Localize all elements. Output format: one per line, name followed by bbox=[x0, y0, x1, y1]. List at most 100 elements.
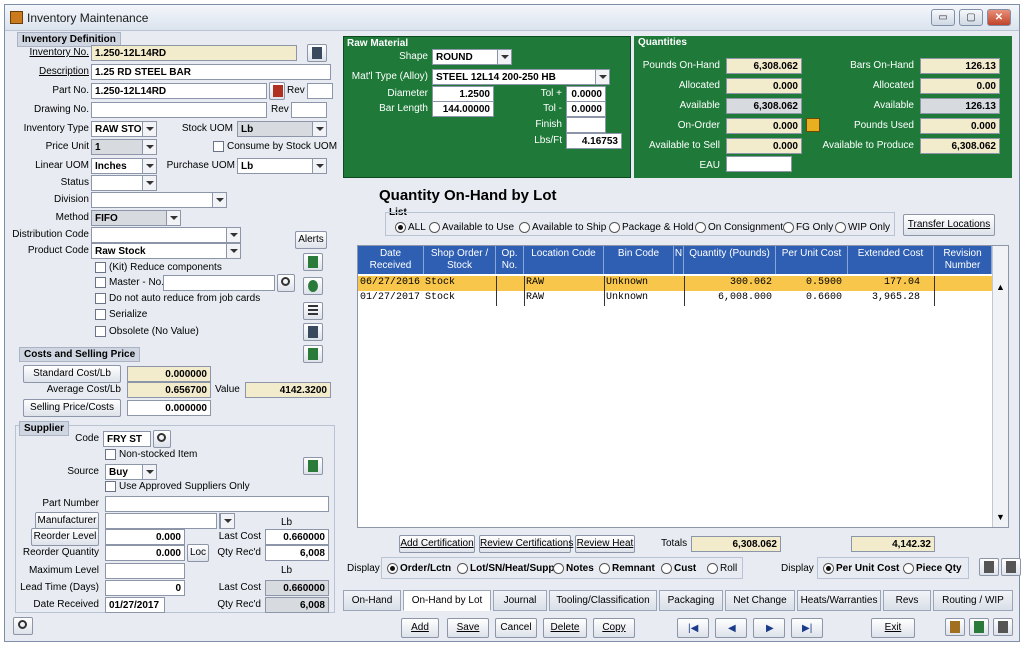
tab-on-hand[interactable]: On-Hand bbox=[343, 590, 401, 611]
maximize-button[interactable]: ▢ bbox=[959, 9, 983, 26]
supplier-part-number-field[interactable] bbox=[105, 496, 329, 512]
diameter-field[interactable]: 1.2500 bbox=[432, 86, 494, 102]
alerts-button[interactable]: Alerts bbox=[295, 231, 327, 249]
display-cust-radio[interactable] bbox=[661, 563, 672, 574]
col-location-code[interactable]: Location Code bbox=[524, 246, 604, 274]
available-field[interactable]: 6,308.062 bbox=[726, 98, 802, 114]
save-button[interactable]: Save bbox=[447, 618, 489, 638]
tree-button[interactable] bbox=[969, 618, 989, 636]
drawing-rev-field[interactable] bbox=[291, 102, 327, 118]
eau-field[interactable] bbox=[726, 156, 792, 172]
drawing-no-field[interactable] bbox=[91, 102, 267, 118]
filter-consignment-radio[interactable] bbox=[695, 222, 706, 233]
master-checkbox[interactable] bbox=[95, 277, 106, 288]
last-cost-field[interactable]: 0.660000 bbox=[265, 529, 329, 545]
table-scrollbar[interactable]: ▲ ▼ bbox=[992, 246, 1008, 527]
reorder-level-button[interactable]: Reorder Level bbox=[31, 528, 99, 546]
finish-field[interactable] bbox=[566, 117, 606, 133]
max-level-field[interactable] bbox=[105, 563, 185, 579]
tab-tooling[interactable]: Tooling/Classification bbox=[549, 590, 657, 611]
purchase-uom-select[interactable]: Lb bbox=[237, 158, 327, 174]
bars-onhand-field[interactable]: 126.13 bbox=[920, 58, 1000, 74]
tol-minus-field[interactable]: 0.0000 bbox=[566, 101, 606, 117]
average-cost-field[interactable]: 0.656700 bbox=[127, 382, 211, 398]
col-extended-cost[interactable]: Extended Cost bbox=[848, 246, 934, 274]
bottom-print-button[interactable] bbox=[993, 618, 1013, 636]
col-op-no[interactable]: Op. No. bbox=[496, 246, 524, 274]
kit-checkbox[interactable] bbox=[95, 262, 106, 273]
selling-price-field[interactable]: 0.000000 bbox=[127, 400, 211, 416]
distribution-code-select[interactable] bbox=[91, 227, 241, 243]
avail-sell-field[interactable]: 0.000 bbox=[726, 138, 802, 154]
approved-suppliers-checkbox[interactable] bbox=[105, 481, 116, 492]
tab-heats-warranties[interactable]: Heats/Warranties bbox=[797, 590, 881, 611]
standard-cost-field[interactable]: 0.000000 bbox=[127, 366, 211, 382]
calendar-icon[interactable] bbox=[806, 118, 820, 132]
master-no-field[interactable] bbox=[163, 275, 275, 291]
available2-field[interactable]: 126.13 bbox=[920, 98, 1000, 114]
serialize-checkbox[interactable] bbox=[95, 309, 106, 320]
supplier-grid-button[interactable] bbox=[303, 457, 323, 475]
description-field[interactable]: 1.25 RD STEEL BAR bbox=[91, 64, 331, 80]
bar-length-field[interactable]: 144.00000 bbox=[432, 101, 494, 117]
scroll-up-icon[interactable]: ▲ bbox=[996, 282, 1005, 292]
filter-package-hold-radio[interactable] bbox=[609, 222, 620, 233]
col-revision-number[interactable]: Revision Number bbox=[934, 246, 992, 274]
inventory-no-label[interactable]: Inventory No. bbox=[15, 47, 89, 58]
qty-recd-field[interactable]: 6,008 bbox=[265, 545, 329, 561]
gear-action-button[interactable] bbox=[303, 277, 323, 295]
supplier-search-button[interactable] bbox=[153, 430, 171, 448]
lbs-ft-field[interactable]: 4.16753 bbox=[566, 133, 622, 149]
copy-button[interactable]: Copy bbox=[593, 618, 635, 638]
calc-action-button[interactable] bbox=[303, 323, 323, 341]
shape-select[interactable]: ROUND bbox=[432, 49, 512, 65]
non-stocked-checkbox[interactable] bbox=[105, 449, 116, 460]
date-received-field[interactable]: 01/27/2017 bbox=[105, 597, 165, 613]
next-record-button[interactable]: ▶ bbox=[753, 618, 785, 638]
col-shop-order[interactable]: Shop Order / Stock bbox=[424, 246, 496, 274]
cancel-button[interactable]: Cancel bbox=[495, 618, 537, 638]
display-remnant-radio[interactable] bbox=[599, 563, 610, 574]
on-order-field[interactable]: 0.000 bbox=[726, 118, 802, 134]
h-action-button[interactable] bbox=[303, 345, 323, 363]
piece-qty-radio[interactable] bbox=[903, 563, 914, 574]
stock-uom-select[interactable]: Lb bbox=[237, 121, 327, 137]
per-unit-cost-radio[interactable] bbox=[823, 563, 834, 574]
list-action-button[interactable] bbox=[303, 302, 323, 320]
prev-record-button[interactable]: ◀ bbox=[715, 618, 747, 638]
status-select[interactable] bbox=[91, 175, 157, 191]
manufacturer-field[interactable] bbox=[105, 513, 217, 529]
bottom-search-button[interactable] bbox=[13, 617, 33, 635]
tab-on-hand-by-lot[interactable]: On-Hand by Lot bbox=[403, 590, 491, 611]
table-row[interactable]: 01/27/2017 Stock RAW Unknown 6,008.000 0… bbox=[358, 291, 992, 306]
tab-packaging[interactable]: Packaging bbox=[659, 590, 723, 611]
allocated-field[interactable]: 0.000 bbox=[726, 78, 802, 94]
review-certifications-button[interactable]: Review Certifications bbox=[479, 535, 573, 553]
rev-field[interactable] bbox=[307, 83, 333, 99]
qty-recd2-field[interactable]: 6,008 bbox=[265, 597, 329, 613]
tab-net-change[interactable]: Net Change bbox=[725, 590, 795, 611]
grid-action-button[interactable] bbox=[303, 253, 323, 271]
display-roll-radio[interactable] bbox=[707, 563, 718, 574]
tab-revs[interactable]: Revs bbox=[883, 590, 931, 611]
col-quantity[interactable]: Quantity (Pounds) bbox=[684, 246, 776, 274]
scroll-down-icon[interactable]: ▼ bbox=[996, 512, 1005, 522]
standard-cost-button[interactable]: Standard Cost/Lb bbox=[23, 365, 121, 383]
inventory-no-field[interactable]: 1.250-12L14RD bbox=[91, 45, 297, 61]
value-field[interactable]: 4142.3200 bbox=[245, 382, 331, 398]
display-order-radio[interactable] bbox=[387, 563, 398, 574]
linear-uom-select[interactable]: Inches bbox=[91, 158, 157, 174]
pounds-used-field[interactable]: 0.000 bbox=[920, 118, 1000, 134]
inventory-lookup-button[interactable] bbox=[307, 44, 327, 62]
consume-checkbox[interactable] bbox=[213, 141, 224, 152]
export-button[interactable] bbox=[945, 618, 965, 636]
mat-type-select[interactable]: STEEL 12L14 200-250 HB bbox=[432, 69, 610, 85]
supplier-code-field[interactable]: FRY ST bbox=[103, 431, 151, 447]
display-notes-radio[interactable] bbox=[553, 563, 564, 574]
filter-fg-only-radio[interactable] bbox=[783, 222, 794, 233]
print-preview-button[interactable] bbox=[1001, 558, 1021, 576]
inventory-type-select[interactable]: RAW STOC bbox=[91, 121, 157, 137]
reorder-qty-field[interactable]: 0.000 bbox=[105, 545, 185, 561]
col-date-received[interactable]: Date Received bbox=[358, 246, 424, 274]
description-label[interactable]: Description bbox=[15, 66, 89, 77]
